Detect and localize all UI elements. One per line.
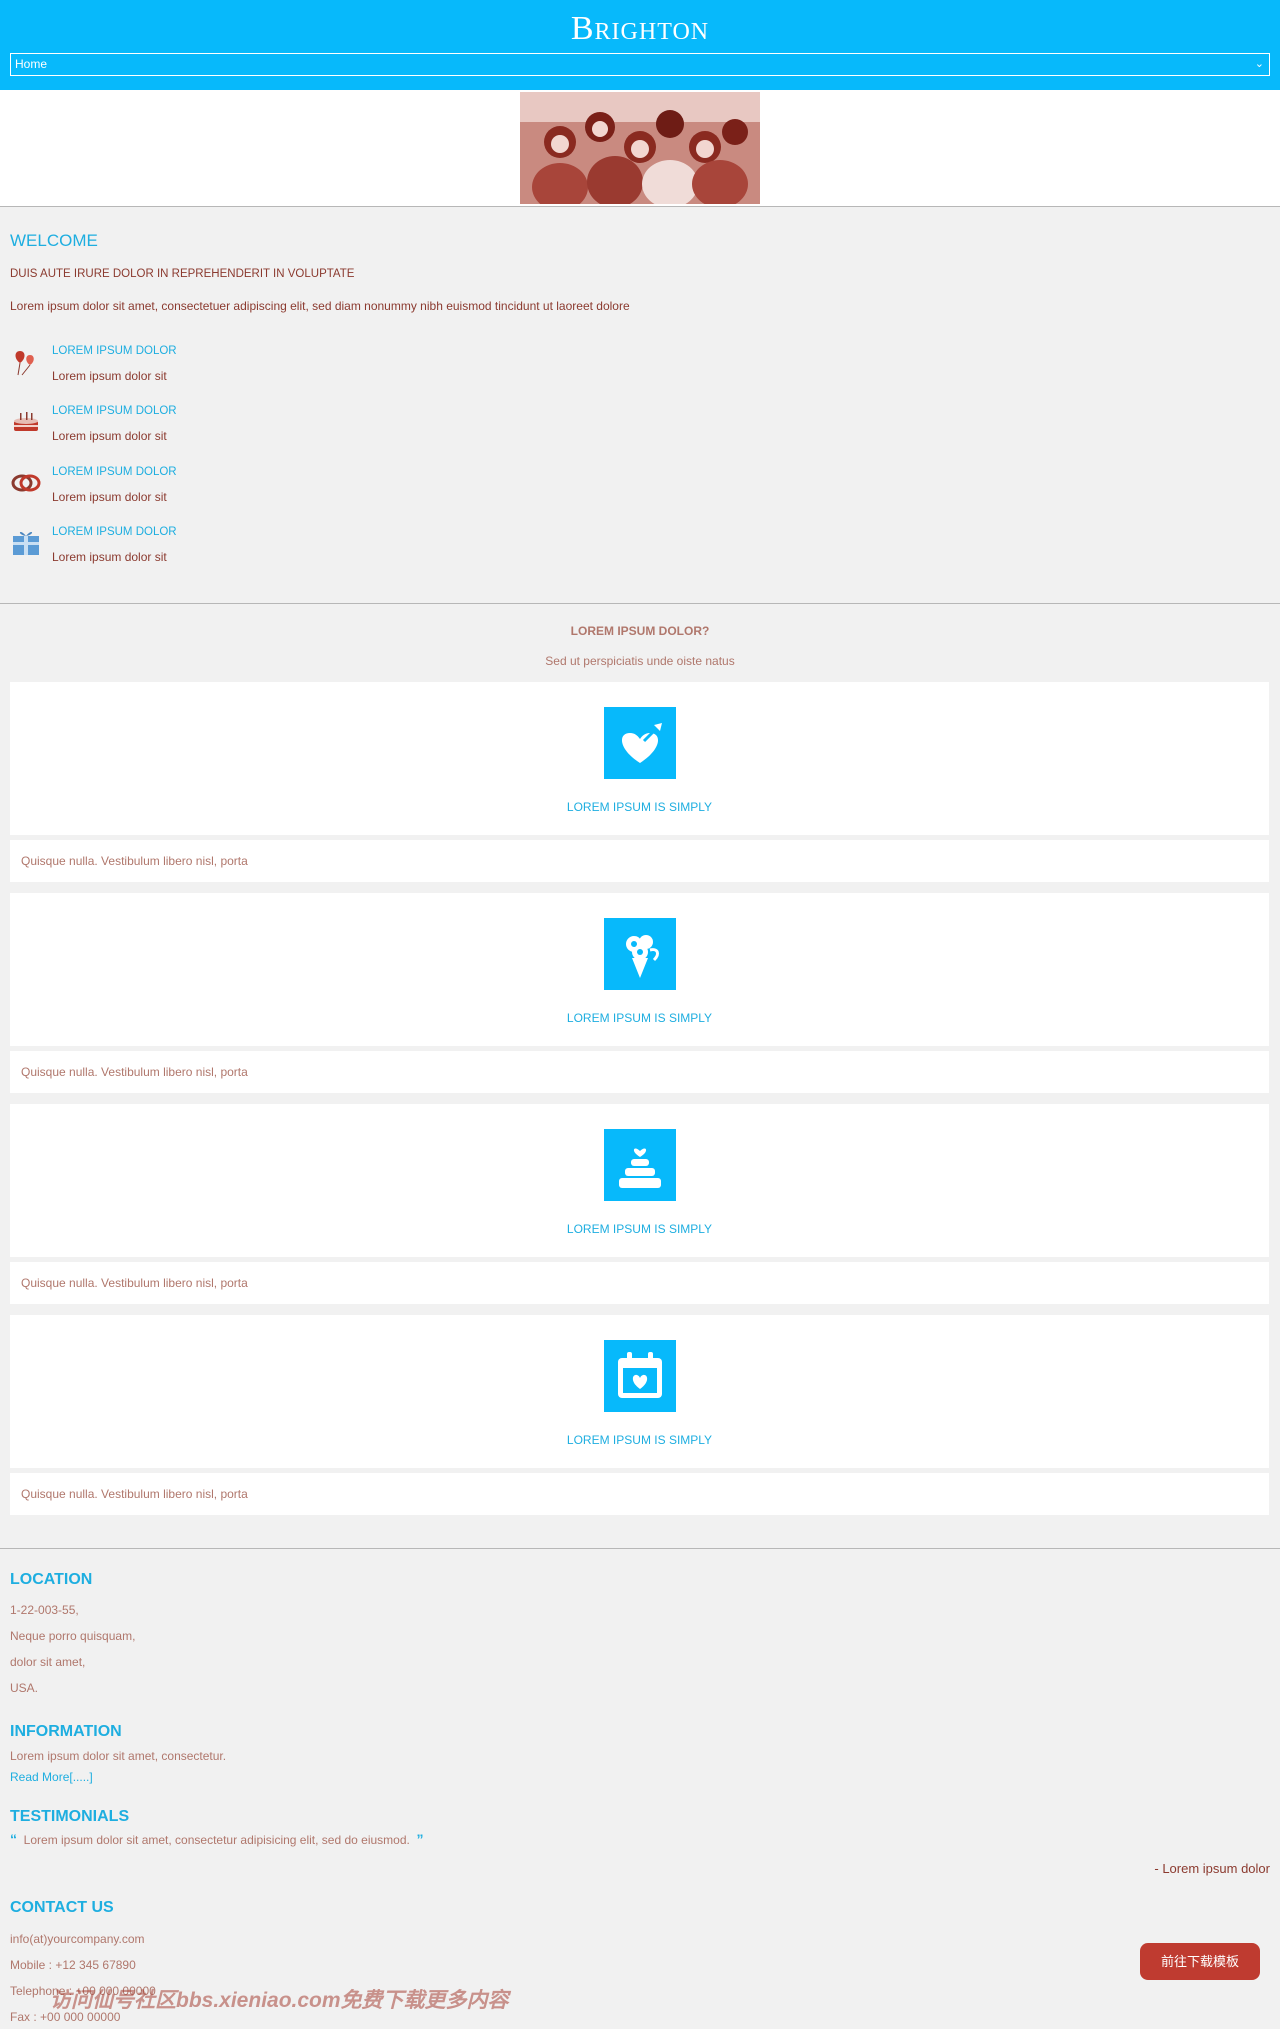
information-title: INFORMATION	[10, 1723, 122, 1740]
testimonial-text: Lorem ipsum dolor sit amet, consectetur …	[23, 1833, 410, 1847]
contact-mobile: Mobile : +12 345 67890	[10, 1958, 136, 1972]
site-brand[interactable]: Brighton	[0, 10, 1280, 48]
service-card-title: LOREM IPSUM IS SIMPLY	[566, 1433, 713, 1447]
service-card[interactable]: LOREM IPSUM IS SIMPLY	[10, 1315, 1269, 1468]
feature-title: LOREM IPSUM DOLOR	[52, 526, 177, 538]
testimonial-quote: “ Lorem ipsum dolor sit amet, consectetu…	[10, 1831, 424, 1847]
feature-title: LOREM IPSUM DOLOR	[52, 466, 177, 478]
service-card-footer: Quisque nulla. Vestibulum libero nisl, p…	[10, 1051, 1269, 1093]
information-text: Lorem ipsum dolor sit amet, consectetur.	[10, 1749, 227, 1763]
welcome-section: WELCOME DUIS AUTE IRURE DOLOR IN REPREHE…	[0, 207, 1280, 603]
feature-text: Lorem ipsum dolor sit	[52, 490, 167, 504]
feature-item: LOREM IPSUM DOLOR Lorem ipsum dolor sit	[10, 466, 410, 514]
close-quote-icon: ”	[416, 1831, 424, 1847]
download-template-button[interactable]: 前往下载模板	[1140, 1943, 1260, 1980]
service-card-footer: Quisque nulla. Vestibulum libero nisl, p…	[10, 840, 1269, 882]
feature-item: LOREM IPSUM DOLOR Lorem ipsum dolor sit	[10, 345, 410, 393]
testimonials-title: TESTIMONIALS	[10, 1808, 130, 1825]
watermark-text: 访问仙号社区bbs.xieniao.com免费下载更多内容	[50, 1989, 509, 2012]
gift-icon	[13, 531, 39, 555]
nav-select-value: Home	[15, 57, 48, 71]
services-title: LOREM IPSUM DOLOR?	[570, 624, 710, 638]
feature-item: LOREM IPSUM DOLOR Lorem ipsum dolor sit	[10, 526, 410, 574]
location-line: 1-22-003-55,	[10, 1603, 79, 1617]
feature-item: LOREM IPSUM DOLOR Lorem ipsum dolor sit	[10, 405, 410, 453]
footer-section: LOCATION 1-22-003-55, Neque porro quisqu…	[0, 1549, 1280, 2029]
feature-text: Lorem ipsum dolor sit	[52, 369, 167, 383]
calendar-heart-icon	[604, 1340, 676, 1412]
contact-title: CONTACT US	[10, 1899, 114, 1916]
service-card-title: LOREM IPSUM IS SIMPLY	[566, 1011, 713, 1025]
welcome-subtitle: DUIS AUTE IRURE DOLOR IN REPREHENDERIT I…	[10, 268, 355, 280]
service-card[interactable]: LOREM IPSUM IS SIMPLY	[10, 1104, 1269, 1257]
service-card-title: LOREM IPSUM IS SIMPLY	[566, 1222, 713, 1236]
testimonial-author: - Lorem ipsum dolor	[1154, 1861, 1270, 1876]
contact-email[interactable]: info(at)yourcompany.com	[10, 1932, 145, 1946]
feature-title: LOREM IPSUM DOLOR	[52, 405, 177, 417]
service-card[interactable]: LOREM IPSUM IS SIMPLY	[10, 893, 1269, 1046]
heart-arrow-icon	[604, 707, 676, 779]
location-title: LOCATION	[10, 1571, 93, 1588]
location-line: dolor sit amet,	[10, 1655, 86, 1669]
service-card-text: Quisque nulla. Vestibulum libero nisl, p…	[21, 1487, 248, 1501]
service-card-text: Quisque nulla. Vestibulum libero nisl, p…	[21, 1065, 248, 1079]
welcome-title: WELCOME	[10, 231, 98, 250]
balloons-icon	[15, 351, 34, 376]
location-line: Neque porro quisquam,	[10, 1629, 136, 1643]
bouquet-icon	[604, 918, 676, 990]
service-card-title: LOREM IPSUM IS SIMPLY	[566, 800, 713, 814]
nav-select[interactable]: Home ⌄	[10, 53, 1270, 76]
open-quote-icon: “	[10, 1831, 17, 1847]
site-header: Brighton Home ⌄	[0, 0, 1280, 90]
feature-text: Lorem ipsum dolor sit	[52, 550, 167, 564]
service-card-footer: Quisque nulla. Vestibulum libero nisl, p…	[10, 1262, 1269, 1304]
banner	[0, 90, 1280, 207]
service-card-footer: Quisque nulla. Vestibulum libero nisl, p…	[10, 1473, 1269, 1515]
cake-icon	[14, 412, 38, 431]
chevron-down-icon: ⌄	[1254, 58, 1264, 70]
banner-photo	[520, 92, 760, 204]
location-line: USA.	[10, 1681, 39, 1695]
services-subtitle: Sed ut perspiciatis unde oiste natus	[545, 654, 735, 668]
service-card-text: Quisque nulla. Vestibulum libero nisl, p…	[21, 1276, 248, 1290]
services-section: LOREM IPSUM DOLOR? Sed ut perspiciatis u…	[0, 604, 1280, 1548]
read-more-link[interactable]: Read More[.....]	[10, 1770, 93, 1784]
wedding-cake-icon	[604, 1129, 676, 1201]
rings-icon	[11, 474, 41, 492]
feature-text: Lorem ipsum dolor sit	[52, 429, 167, 443]
welcome-text: Lorem ipsum dolor sit amet, consectetuer…	[10, 299, 630, 313]
service-card-text: Quisque nulla. Vestibulum libero nisl, p…	[21, 854, 248, 868]
feature-title: LOREM IPSUM DOLOR	[52, 345, 177, 357]
service-card[interactable]: LOREM IPSUM IS SIMPLY	[10, 682, 1269, 835]
